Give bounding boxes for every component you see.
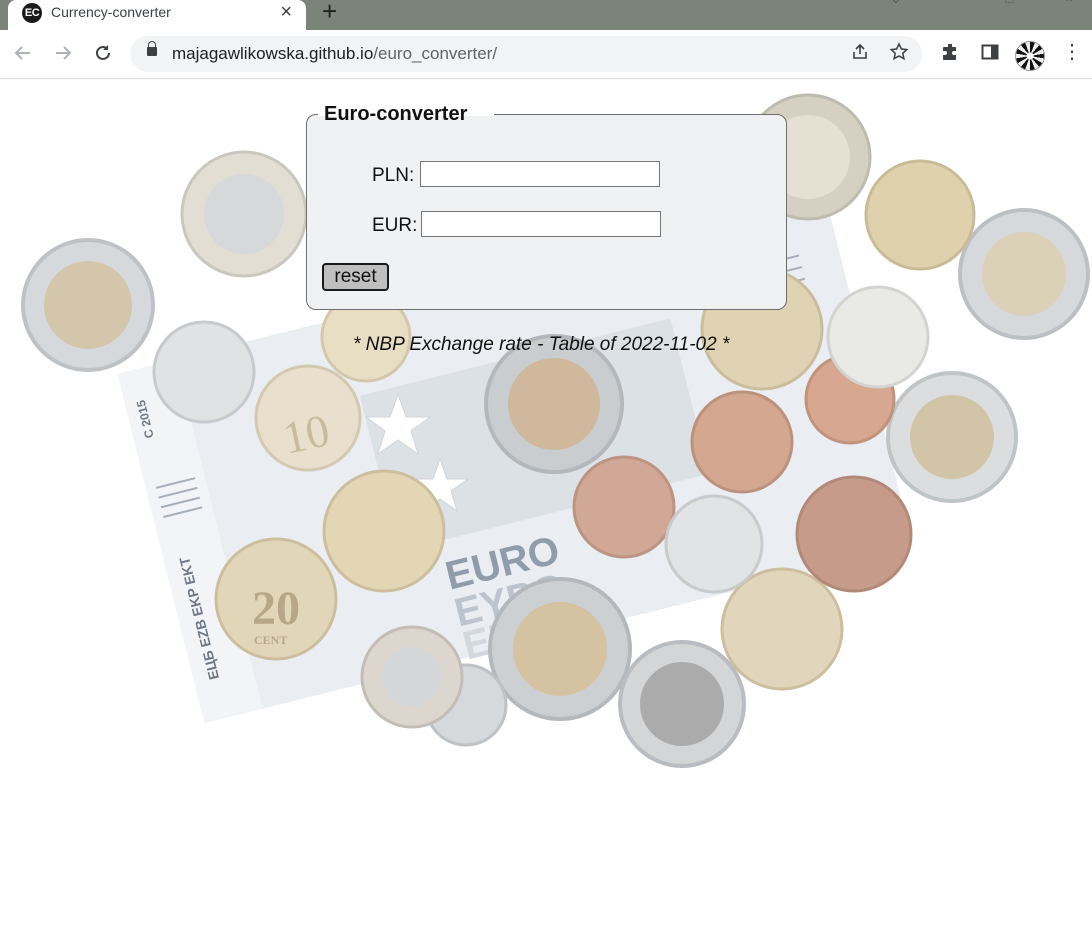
back-icon[interactable] [8,38,38,68]
pln-input[interactable] [420,161,660,187]
browser-toolbar: majagawlikowska.github.io/euro_converter… [0,30,1092,79]
lock-icon[interactable] [147,41,157,56]
fieldset-legend: Euro-converter [324,103,468,125]
eur-label: EUR: [372,215,418,236]
extensions-icon[interactable] [940,42,960,67]
share-icon[interactable] [850,42,870,67]
profile-avatar[interactable] [1015,41,1045,71]
forward-icon[interactable] [48,38,78,68]
tab-strip: EC Currency-converter × + ⌄ □ × [0,0,1092,30]
reset-button[interactable]: reset [322,263,389,291]
maximize-icon[interactable]: □ [1005,0,1013,6]
browser-tab[interactable]: EC Currency-converter × [8,0,306,30]
eur-input[interactable] [421,211,661,237]
pln-label: PLN: [372,165,415,186]
page-viewport: EURO ΕΥΡΩ ΕΒΡΟ ЕЦБ EZB EKP EKT C 2015 [0,79,1092,942]
close-tab-icon[interactable]: × [280,0,292,24]
close-window-icon[interactable]: × [1065,0,1073,6]
new-tab-icon[interactable]: + [322,0,337,24]
chevron-down-icon[interactable]: ⌄ [890,0,902,7]
reload-icon[interactable] [88,38,118,68]
exchange-rate-note: * NBP Exchange rate - Table of 2022-11-0… [353,334,730,355]
menu-kebab-icon[interactable]: ⋮ [1062,39,1082,64]
side-panel-icon[interactable] [980,42,1000,67]
favicon-icon: EC [22,3,42,23]
bookmark-star-icon[interactable] [889,42,909,67]
url-text: majagawlikowska.github.io/euro_converter… [172,44,498,63]
tab-title: Currency-converter [51,4,171,20]
address-bar[interactable]: majagawlikowska.github.io/euro_converter… [130,36,922,72]
